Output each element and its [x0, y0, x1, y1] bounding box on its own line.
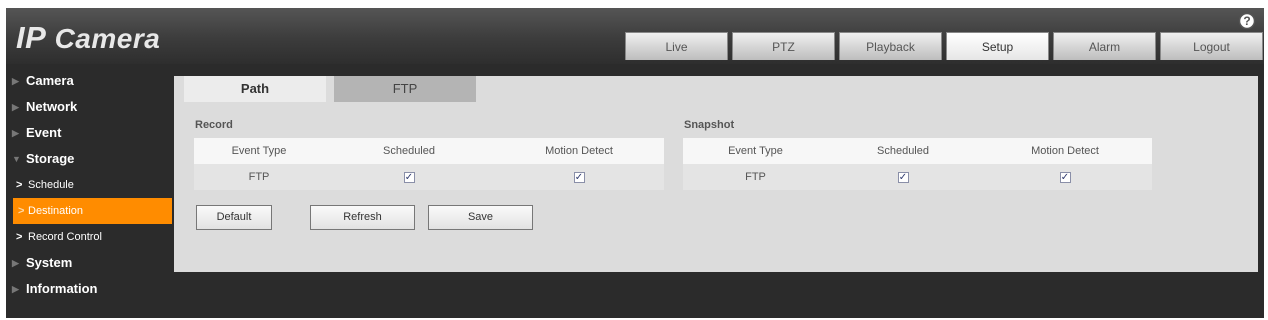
logout-button[interactable]: Logout: [1160, 32, 1263, 60]
tab-setup[interactable]: Setup: [946, 32, 1049, 60]
tab-ptz[interactable]: PTZ: [732, 32, 835, 60]
help-icon[interactable]: ?: [1238, 12, 1256, 33]
column-header: Event Type: [231, 145, 287, 157]
sidebar-item-destination[interactable]: > Destination: [13, 198, 172, 224]
tab-playback[interactable]: Playback: [839, 32, 942, 60]
record-scheduled-checkbox[interactable]: ✓: [403, 171, 415, 183]
chevron-right-icon: >: [16, 179, 23, 191]
default-button[interactable]: Default: [196, 205, 272, 230]
tab-live[interactable]: Live: [625, 32, 728, 60]
sidebar-item-storage[interactable]: ▼ Storage: [6, 146, 176, 172]
refresh-button[interactable]: Refresh: [310, 205, 415, 230]
column-header: Motion Detect: [1031, 145, 1099, 157]
chevron-right-icon: >: [18, 205, 25, 217]
tab-alarm[interactable]: Alarm: [1053, 32, 1156, 60]
caret-right-icon: ▶: [12, 76, 19, 86]
record-motion-detect-checkbox[interactable]: ✓: [573, 171, 585, 183]
event-type-cell: FTP: [745, 171, 766, 183]
column-header: Motion Detect: [545, 145, 613, 157]
caret-right-icon: ▶: [12, 128, 19, 138]
column-header: Event Type: [728, 145, 783, 157]
snapshot-table: Event Type Scheduled Motion Detect FTP ✓…: [683, 138, 1152, 190]
record-table: Event Type Scheduled Motion Detect FTP ✓…: [194, 138, 664, 190]
app-frame: IP Camera Live PTZ Playback Setup Alarm …: [6, 8, 1264, 318]
sidebar: ▶ Camera ▶ Network ▶ Event ▼ Storage > Schedu…: [6, 68, 176, 302]
tab-ftp[interactable]: FTP: [334, 76, 476, 102]
sidebar-item-camera[interactable]: ▶ Camera: [6, 68, 176, 94]
save-button[interactable]: Save: [428, 205, 533, 230]
sidebar-item-schedule[interactable]: > Schedule: [6, 172, 176, 198]
table-header-row: Event Type Scheduled Motion Detect: [194, 138, 664, 164]
svg-text:?: ?: [1243, 14, 1250, 28]
event-type-cell: FTP: [248, 171, 270, 183]
snapshot-motion-detect-checkbox[interactable]: ✓: [1059, 171, 1071, 183]
sidebar-item-information[interactable]: ▶ Information: [6, 276, 176, 302]
column-header: Scheduled: [877, 145, 929, 157]
sidebar-item-event[interactable]: ▶ Event: [6, 120, 176, 146]
table-row: FTP ✓ ✓: [683, 164, 1152, 190]
snapshot-scheduled-checkbox[interactable]: ✓: [897, 171, 909, 183]
table-row: FTP ✓ ✓: [194, 164, 664, 190]
chevron-right-icon: >: [16, 231, 23, 243]
column-header: Scheduled: [383, 145, 435, 157]
snapshot-section-title: Snapshot: [684, 119, 735, 131]
record-section-title: Record: [195, 119, 233, 131]
sidebar-item-system[interactable]: ▶ System: [6, 250, 176, 276]
content-panel: ? Path FTP Record Event Type Scheduled M…: [174, 12, 1258, 272]
logo: IP Camera: [16, 20, 161, 55]
caret-right-icon: ▶: [12, 258, 19, 268]
caret-down-icon: ▼: [12, 154, 21, 164]
table-header-row: Event Type Scheduled Motion Detect: [683, 138, 1152, 164]
header: IP Camera Live PTZ Playback Setup Alarm …: [6, 8, 1264, 64]
caret-right-icon: ▶: [12, 284, 19, 294]
sidebar-item-record-control[interactable]: > Record Control: [6, 224, 176, 250]
tab-path[interactable]: Path: [184, 76, 326, 102]
caret-right-icon: ▶: [12, 102, 19, 112]
sidebar-item-network[interactable]: ▶ Network: [6, 94, 176, 120]
